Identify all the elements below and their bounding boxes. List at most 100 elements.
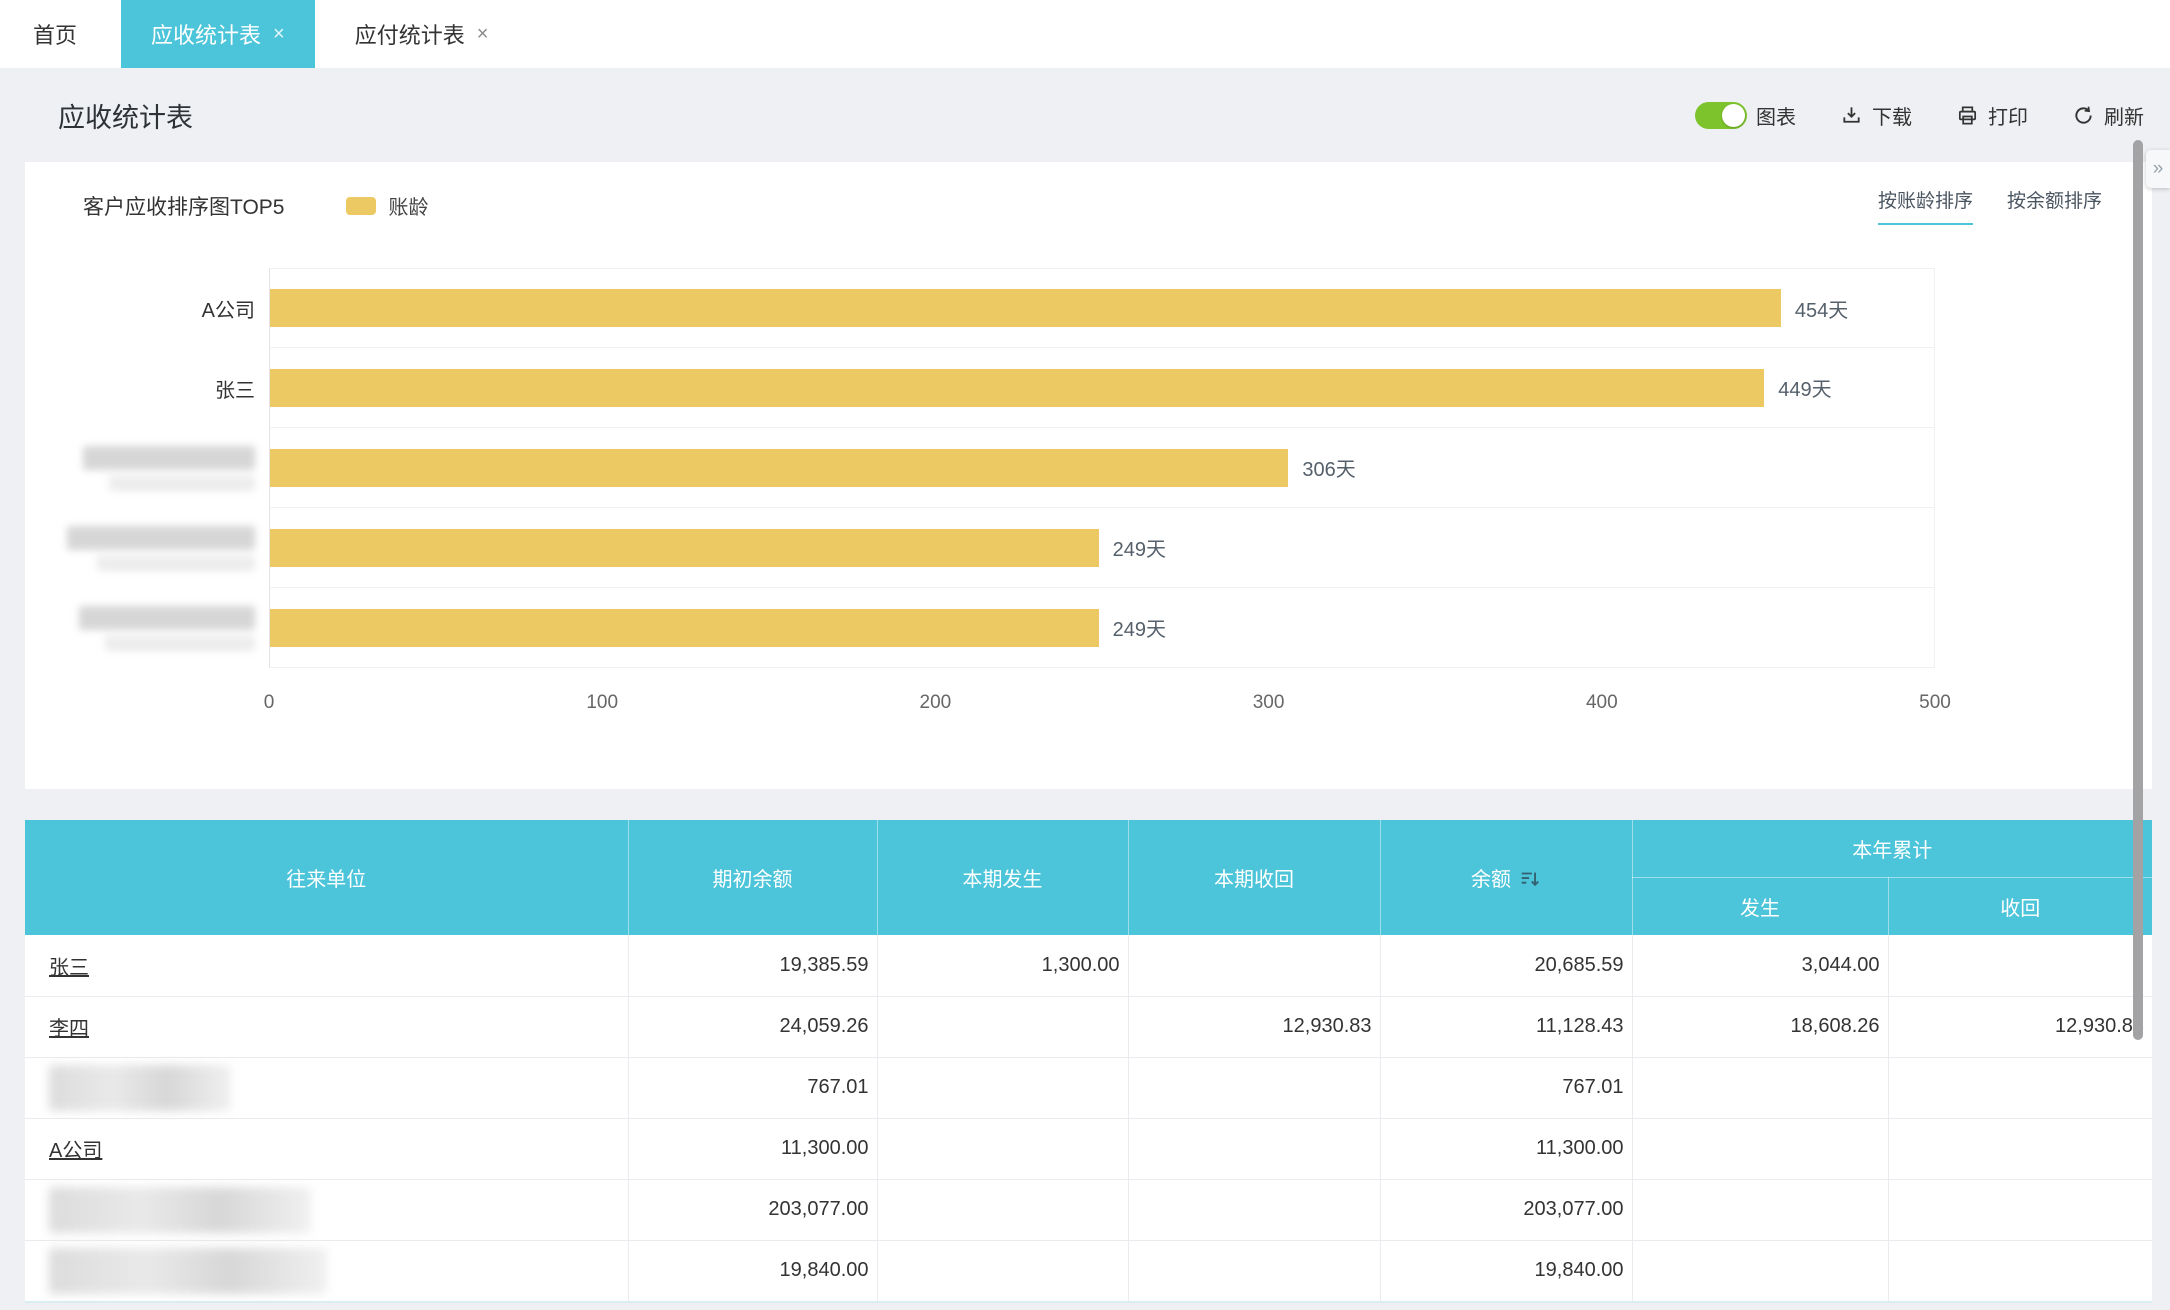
download-button[interactable]: 下载 <box>1840 101 1912 130</box>
tab-payable-stats[interactable]: 应付统计表 × <box>333 0 511 68</box>
ytd-occurred-cell <box>1632 1118 1888 1179</box>
x-axis: 0100200300400500 <box>269 692 1935 718</box>
ytd-occurred-cell: 3,044.00 <box>1632 935 1888 996</box>
legend-swatch <box>346 197 376 215</box>
chart-band: 249天 <box>269 588 1935 668</box>
aging-bar[interactable] <box>270 449 1288 487</box>
receivable-table: 往来单位 期初余额 本期发生 本期收回 余额 本年累计 发生 收回 张三 19,3… <box>25 820 2152 1303</box>
table-body: 张三 19,385.591,300.00 20,685.593,044.00 李四 24… <box>25 935 2152 1302</box>
chart-row: 249天 <box>25 588 2152 668</box>
x-axis-tick: 200 <box>920 692 952 714</box>
table-row: 203,077.00203,077.00 <box>25 1179 2152 1240</box>
chevron-double-right-icon: » <box>2153 158 2164 180</box>
tab-receivable-stats[interactable]: 应收统计表 × <box>121 0 315 68</box>
ytd-received-cell <box>1888 1240 2152 1302</box>
sort-descending-icon[interactable] <box>1519 868 1541 890</box>
bar-chart: A公司454天张三 449天 306天 249天 249天 <box>25 268 2152 668</box>
x-axis-tick: 400 <box>1586 692 1618 714</box>
vertical-scrollbar-thumb[interactable] <box>2133 140 2143 1040</box>
chart-band: 249天 <box>269 508 1935 588</box>
print-button[interactable]: 打印 <box>1956 101 2028 130</box>
opening-balance-cell: 11,300.00 <box>628 1118 877 1179</box>
chart-band: 306天 <box>269 428 1935 508</box>
chart-category-label <box>25 428 269 508</box>
period-received-cell <box>1128 1118 1380 1179</box>
table-header: 往来单位 期初余额 本期发生 本期收回 余额 本年累计 发生 收回 <box>25 820 2152 935</box>
redacted-name-blur <box>49 1248 327 1294</box>
chart-category-label: A公司 <box>25 268 269 348</box>
refresh-button[interactable]: 刷新 <box>2072 101 2144 130</box>
counterparty-cell <box>25 1240 628 1302</box>
chart-header: 客户应收排序图TOP5 账龄 按账龄排序 按余额排序 <box>25 162 2152 225</box>
counterparty-cell <box>25 1179 628 1240</box>
ytd-received-cell <box>1888 1179 2152 1240</box>
col-header-ytd-group: 本年累计 <box>1632 820 2152 877</box>
period-occurred-cell <box>877 1179 1128 1240</box>
col-header-ytd-received: 收回 <box>1888 877 2152 935</box>
counterparty-link[interactable]: A公司 <box>49 1140 102 1162</box>
opening-balance-cell: 19,840.00 <box>628 1240 877 1302</box>
ytd-occurred-cell: 18,608.26 <box>1632 996 1888 1057</box>
ytd-received-cell: 12,930.83 <box>1888 996 2152 1057</box>
ytd-received-cell <box>1888 1057 2152 1118</box>
refresh-icon <box>2072 104 2095 127</box>
table-row: 767.01 767.01 <box>25 1057 2152 1118</box>
legend-label: 账龄 <box>388 191 428 220</box>
chart-category-label: 张三 <box>25 348 269 428</box>
col-header-opening-balance: 期初余额 <box>628 820 877 935</box>
balance-cell: 767.01 <box>1380 1057 1632 1118</box>
sort-by-aging-tab[interactable]: 按账龄排序 <box>1878 186 1973 225</box>
opening-balance-cell: 203,077.00 <box>628 1179 877 1240</box>
ytd-occurred-cell <box>1632 1057 1888 1118</box>
chart-sort-tabs: 按账龄排序 按余额排序 <box>1878 186 2102 225</box>
opening-balance-cell: 24,059.26 <box>628 996 877 1057</box>
table-row: 张三 19,385.591,300.00 20,685.593,044.00 <box>25 935 2152 996</box>
chart-toggle-switch[interactable] <box>1695 102 1747 129</box>
chart-legend: 账龄 <box>346 191 428 220</box>
bar-value-label: 449天 <box>1778 373 1831 402</box>
tab-payable-label: 应付统计表 <box>355 18 465 50</box>
page-title: 应收统计表 <box>58 96 193 135</box>
chart-toggle-control: 图表 <box>1695 101 1796 130</box>
x-axis-tick: 0 <box>264 692 275 714</box>
tab-home[interactable]: 首页 <box>17 0 93 68</box>
x-axis-tick: 500 <box>1919 692 1951 714</box>
ytd-received-cell <box>1888 935 2152 996</box>
panel-expand-button[interactable]: » <box>2146 150 2170 188</box>
ytd-received-cell <box>1888 1118 2152 1179</box>
tab-bar: 首页 应收统计表 × 应付统计表 × <box>0 0 2170 68</box>
col-header-period-received: 本期收回 <box>1128 820 1380 935</box>
counterparty-cell <box>25 1057 628 1118</box>
tab-close-icon[interactable]: × <box>273 24 285 44</box>
table-row: A公司 11,300.00 11,300.00 <box>25 1118 2152 1179</box>
bar-value-label: 249天 <box>1113 533 1166 562</box>
period-received-cell <box>1128 935 1380 996</box>
period-occurred-cell <box>877 1118 1128 1179</box>
counterparty-link[interactable]: 张三 <box>49 957 89 979</box>
chart-toggle-label: 图表 <box>1756 101 1796 130</box>
period-received-cell: 12,930.83 <box>1128 996 1380 1057</box>
table-row: 19,840.0019,840.00 <box>25 1240 2152 1302</box>
aging-bar[interactable] <box>270 529 1099 567</box>
balance-cell: 11,300.00 <box>1380 1118 1632 1179</box>
opening-balance-cell: 19,385.59 <box>628 935 877 996</box>
chart-band: 454天 <box>269 268 1935 348</box>
counterparty-link[interactable]: 李四 <box>49 1018 89 1040</box>
period-received-cell <box>1128 1179 1380 1240</box>
tab-close-icon[interactable]: × <box>477 24 489 44</box>
chart-category-label <box>25 588 269 668</box>
balance-cell: 20,685.59 <box>1380 935 1632 996</box>
bar-chart-rows: A公司454天张三 449天 306天 249天 249天 <box>25 268 2152 668</box>
sort-by-balance-tab[interactable]: 按余额排序 <box>2007 186 2102 225</box>
chart-row: A公司454天 <box>25 268 2152 348</box>
aging-bar[interactable] <box>270 369 1764 407</box>
period-occurred-cell: 1,300.00 <box>877 935 1128 996</box>
x-axis-tick: 300 <box>1253 692 1285 714</box>
redacted-name-blur <box>49 1187 311 1233</box>
opening-balance-cell: 767.01 <box>628 1057 877 1118</box>
aging-bar[interactable] <box>270 609 1099 647</box>
refresh-label: 刷新 <box>2104 101 2144 130</box>
col-header-balance[interactable]: 余额 <box>1380 820 1632 935</box>
chart-category-label <box>25 508 269 588</box>
aging-bar[interactable] <box>270 289 1781 327</box>
